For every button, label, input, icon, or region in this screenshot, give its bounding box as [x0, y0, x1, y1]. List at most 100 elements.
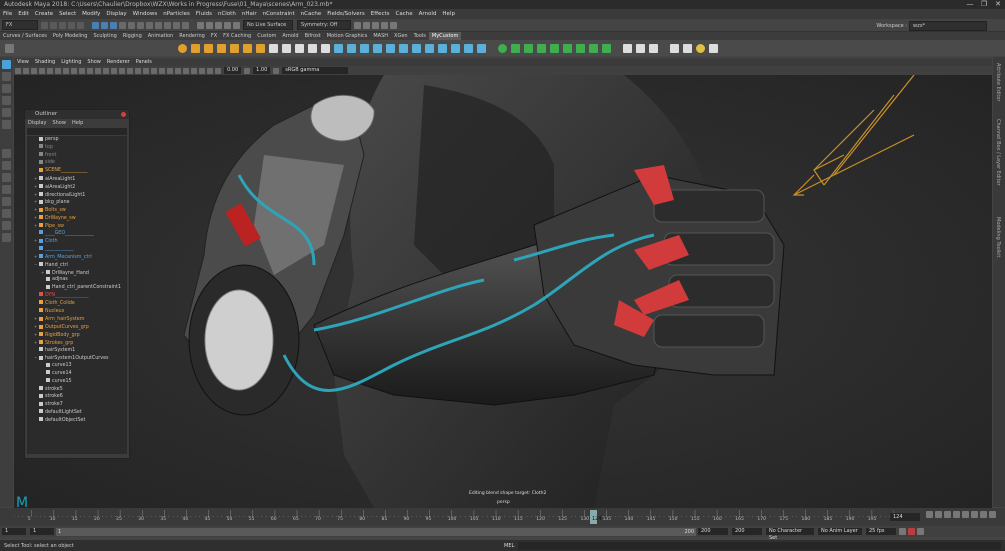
- poly-disc-icon[interactable]: [256, 43, 265, 53]
- outliner-item[interactable]: Hand_ctrl_parentConstraint1: [27, 284, 127, 292]
- outliner-item[interactable]: + DrWayne_Hand: [27, 269, 127, 277]
- viewport-menu-view[interactable]: View: [14, 59, 32, 65]
- outliner-item[interactable]: SCENE___________: [27, 167, 127, 175]
- shelf-tab-rigging[interactable]: Rigging: [120, 32, 145, 40]
- history-icon[interactable]: [354, 21, 361, 29]
- isolate-select-icon[interactable]: [191, 67, 197, 74]
- mel-label[interactable]: MEL: [504, 543, 514, 549]
- mask-icon-3[interactable]: [137, 21, 144, 29]
- outliner-item[interactable]: stroke6: [27, 393, 127, 401]
- animation-end-field[interactable]: 200: [732, 528, 762, 535]
- quad-draw-icon[interactable]: [425, 43, 434, 53]
- snap-curve-icon[interactable]: [206, 21, 213, 29]
- poly-cone-icon[interactable]: [217, 43, 226, 53]
- outliner-item[interactable]: + Cloth: [27, 237, 127, 245]
- viewport-menu-panels[interactable]: Panels: [133, 59, 155, 65]
- field-chart-icon[interactable]: [79, 67, 85, 74]
- outliner-item[interactable]: Cloth_Colide: [27, 300, 127, 308]
- render-view-icon[interactable]: [683, 43, 692, 53]
- menu-create[interactable]: Create: [32, 11, 56, 17]
- component-editor-icon[interactable]: [623, 43, 632, 53]
- menu-ncache[interactable]: nCache: [298, 11, 325, 17]
- outliner-item[interactable]: DYN______________: [27, 292, 127, 300]
- open-scene-icon[interactable]: [50, 21, 57, 29]
- outliner-item[interactable]: + aiAreaLight1: [27, 175, 127, 183]
- shelf-tab-tools[interactable]: Tools: [411, 32, 429, 40]
- target-weld-icon[interactable]: [399, 43, 408, 53]
- shelf-tab-bifrost[interactable]: Bifrost: [302, 32, 324, 40]
- playback-start-field[interactable]: 1: [30, 528, 54, 535]
- layout-uv-icon[interactable]: [2, 221, 11, 230]
- camera-map-icon[interactable]: [477, 43, 486, 53]
- depth-of-field-icon[interactable]: [183, 67, 189, 74]
- render-icon[interactable]: [363, 21, 370, 29]
- paint-effects-icon[interactable]: [576, 43, 585, 53]
- outliner-item[interactable]: persp: [27, 136, 127, 144]
- channel-box-tab[interactable]: Channel Box / Layer Editor: [995, 119, 1001, 186]
- current-frame-field[interactable]: 124: [890, 513, 920, 521]
- poly-cube-icon[interactable]: [191, 43, 200, 53]
- menu-select[interactable]: Select: [56, 11, 79, 17]
- playback-end-field[interactable]: 200: [698, 528, 728, 535]
- bridge-icon[interactable]: [347, 43, 356, 53]
- outliner-item[interactable]: − Hand_ctrl: [27, 261, 127, 269]
- close-button[interactable]: ✕: [991, 0, 1005, 9]
- grid-icon[interactable]: [47, 67, 53, 74]
- safe-title-icon[interactable]: [95, 67, 101, 74]
- screen-space-ao-icon[interactable]: [159, 67, 165, 74]
- outliner-item[interactable]: curve15: [27, 378, 127, 386]
- nrigid-icon[interactable]: [511, 43, 520, 53]
- outliner-item[interactable]: + RigidBody_grp: [27, 331, 127, 339]
- outliner-icon[interactable]: [636, 43, 645, 53]
- extrude-icon[interactable]: [360, 43, 369, 53]
- outliner-item[interactable]: + aiAreaLight2: [27, 183, 127, 191]
- menu-fields-solvers[interactable]: Fields/Solvers: [324, 11, 368, 17]
- uv-editor-icon[interactable]: [438, 43, 447, 53]
- ipr-render-icon[interactable]: [372, 21, 379, 29]
- shelf-tab-arnold[interactable]: Arnold: [279, 32, 301, 40]
- film-gate-icon[interactable]: [55, 67, 61, 74]
- maximize-button[interactable]: ❐: [977, 0, 991, 9]
- xray-icon[interactable]: [199, 67, 205, 74]
- outliner-item[interactable]: side: [27, 159, 127, 167]
- image-plane-icon[interactable]: [39, 67, 45, 74]
- outliner-menu-display[interactable]: Display: [25, 120, 49, 126]
- gamma-icon[interactable]: [244, 67, 251, 74]
- shelf-tab-curves-surfaces[interactable]: Curves / Surfaces: [0, 32, 50, 40]
- undo-icon[interactable]: [68, 21, 75, 29]
- perspective-viewport[interactable]: M Editing blend shape target: Cloth2 per…: [14, 75, 992, 508]
- paint-select-tool-icon[interactable]: [2, 84, 11, 93]
- outliner-item[interactable]: front: [27, 152, 127, 160]
- outliner-close-button[interactable]: [121, 112, 126, 117]
- play-backwards-icon[interactable]: [953, 511, 960, 518]
- outliner-item[interactable]: Nucleus: [27, 308, 127, 316]
- save-scene-icon[interactable]: [59, 21, 66, 29]
- new-scene-icon[interactable]: [41, 21, 48, 29]
- nconstraint-icon[interactable]: [524, 43, 533, 53]
- motion-blur-icon[interactable]: [167, 67, 173, 74]
- outliner-title-bar[interactable]: Outliner: [25, 110, 129, 119]
- select-object-icon[interactable]: [101, 21, 108, 29]
- redo-icon[interactable]: [77, 21, 84, 29]
- minimize-button[interactable]: —: [963, 0, 977, 9]
- outliner-item[interactable]: hairSystem1: [27, 347, 127, 355]
- backface-icon[interactable]: [215, 67, 221, 74]
- shelf-tab-motion-graphics[interactable]: Motion Graphics: [324, 32, 371, 40]
- outliner-item[interactable]: curve13: [27, 362, 127, 370]
- planar-map-icon[interactable]: [451, 43, 460, 53]
- range-bar[interactable]: 1 200: [56, 527, 696, 536]
- attribute-editor-tab[interactable]: Attribute Editor: [995, 63, 1001, 101]
- exposure-field[interactable]: 0.00: [224, 67, 242, 74]
- ncloth-icon[interactable]: [498, 43, 507, 53]
- mirror-icon[interactable]: [308, 43, 317, 53]
- shelf-tab-fx-caching[interactable]: FX Caching: [220, 32, 254, 40]
- wrap-icon[interactable]: [602, 43, 611, 53]
- outliner-item[interactable]: + bkg_plane: [27, 198, 127, 206]
- menu-effects[interactable]: Effects: [368, 11, 393, 17]
- connect-icon[interactable]: [412, 43, 421, 53]
- viewport-menu-shading[interactable]: Shading: [32, 59, 58, 65]
- character-set-dropdown[interactable]: No Character Set: [766, 528, 814, 541]
- hypershade-icon[interactable]: [390, 21, 397, 29]
- blend-shape-icon[interactable]: [589, 43, 598, 53]
- resolution-gate-icon[interactable]: [63, 67, 69, 74]
